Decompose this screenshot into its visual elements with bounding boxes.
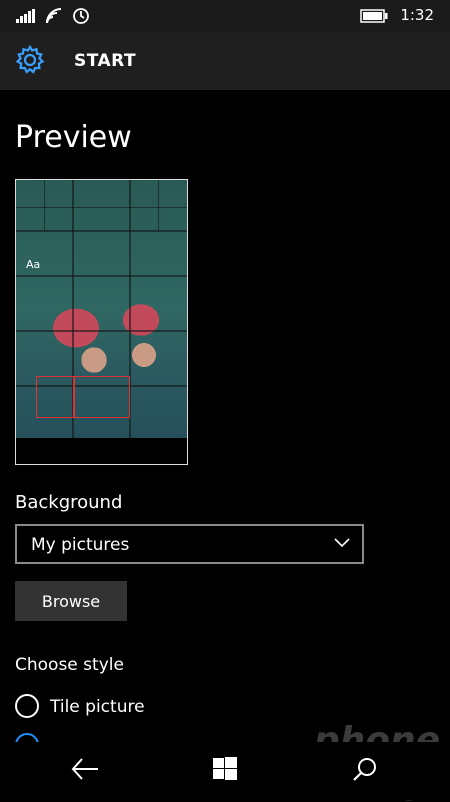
browse-button[interactable]: Browse [15,581,127,621]
status-time: 1:32 [400,6,434,24]
nav-bar [0,742,450,800]
background-label: Background [15,492,123,513]
grid-line [16,207,187,208]
app-header: START [0,32,450,90]
tile-outline [74,376,130,418]
background-dropdown[interactable]: My pictures [15,524,364,564]
wifi-icon [46,8,62,24]
grid-line [16,330,187,332]
tile-picture-radio[interactable] [15,694,39,718]
status-bar: 1:32 [0,0,450,32]
background-selected: My pictures [31,535,130,555]
tile-picture-label[interactable]: Tile picture [50,697,145,717]
grid-line [158,180,159,230]
chevron-down-icon [334,538,350,548]
windows-icon[interactable] [213,757,237,781]
choose-style-label: Choose style [15,655,124,675]
start-preview: Aa [15,179,188,465]
gear-icon[interactable] [14,44,46,76]
header-title: START [74,51,137,71]
signal-icon [16,9,35,23]
do-not-disturb-icon [73,8,89,24]
grid-line [16,230,187,232]
preview-photo: Aa [16,180,187,438]
grid-line [16,275,187,277]
back-icon[interactable] [71,758,99,780]
search-icon[interactable] [352,756,378,782]
tile-outline [36,376,74,418]
battery-icon [360,9,388,23]
page-title: Preview [15,120,132,155]
grid-line [44,180,45,230]
tile-text: Aa [26,258,41,271]
